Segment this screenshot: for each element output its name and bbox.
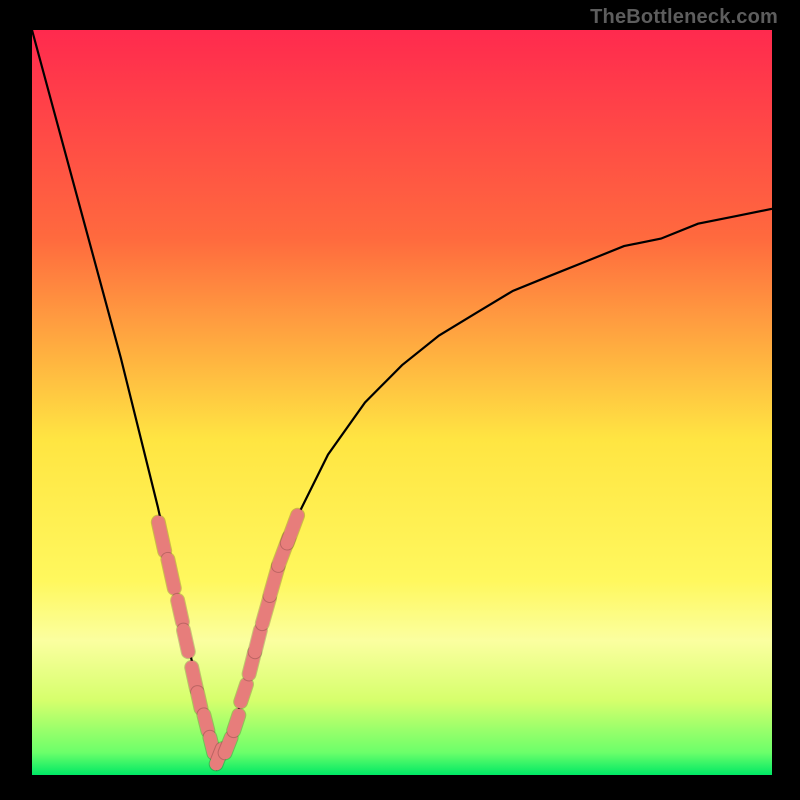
marker-pill — [178, 600, 183, 622]
marker-pill — [158, 522, 164, 551]
marker-pill — [184, 630, 189, 652]
marker-pill — [241, 684, 247, 702]
marker-pill — [198, 693, 202, 709]
marker-pill — [234, 715, 239, 731]
plot-area — [32, 30, 772, 775]
curve-layer — [32, 30, 772, 775]
marker-pill — [225, 738, 231, 753]
curve-markers — [158, 515, 297, 764]
marker-pill — [168, 559, 174, 588]
chart-frame: TheBottleneck.com — [0, 0, 800, 800]
watermark-text: TheBottleneck.com — [590, 6, 778, 29]
marker-pill — [255, 630, 260, 652]
marker-pill — [210, 737, 214, 753]
marker-pill — [204, 715, 208, 731]
bottleneck-curve — [32, 30, 772, 768]
